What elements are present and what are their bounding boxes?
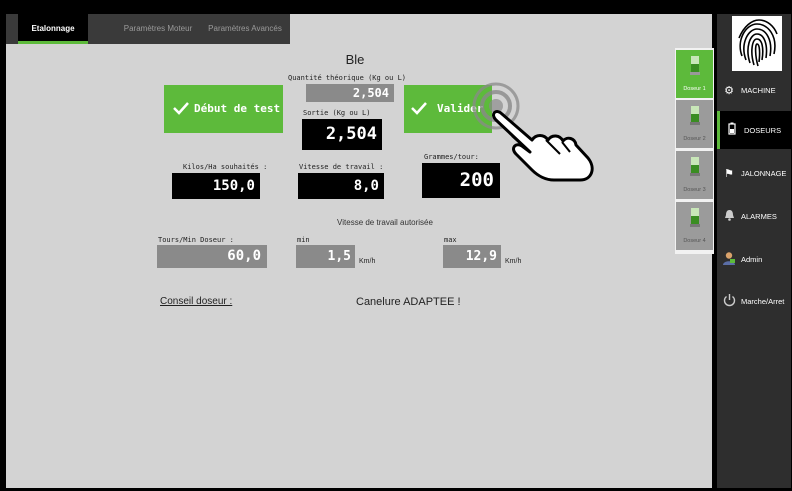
kilos-field[interactable]: 150,0 xyxy=(172,173,260,199)
sidebar-item-admin[interactable]: Admin xyxy=(717,240,791,278)
min-label: min xyxy=(297,236,310,244)
check-icon xyxy=(173,102,189,115)
tab-bar: Etalonnage Paramètres Moteur Paramètres … xyxy=(6,14,290,44)
min-speed-field: 1,5 xyxy=(296,245,355,268)
tours-label: Tours/Min Doseur : xyxy=(158,236,234,244)
doseur-icon xyxy=(690,157,700,176)
doseur-label-4: Doseur 4 xyxy=(683,238,706,244)
speed-label: Vitesse de travail : xyxy=(299,163,384,171)
sidebar-item-label: JALONNAGE xyxy=(741,168,787,178)
conseil-label: Conseil doseur : xyxy=(160,296,233,307)
sidebar: ⚙ MACHINE DOSEURS ⚑ JALONNAGE ALARMES Ad… xyxy=(717,14,791,488)
doseur-tab-4[interactable]: Doseur 4 xyxy=(676,202,713,250)
bell-icon xyxy=(720,209,738,224)
speed-field[interactable]: 8,0 xyxy=(298,173,384,199)
sidebar-item-label: Marche/Arret xyxy=(741,296,785,306)
doseur-icon xyxy=(690,56,700,75)
max-speed-unit: Km/h xyxy=(505,258,522,265)
authorized-speed-title: Vitesse de travail autorisée xyxy=(337,218,433,227)
sidebar-item-label: MACHINE xyxy=(741,85,776,95)
user-icon xyxy=(720,251,738,268)
power-icon xyxy=(720,293,738,310)
tab-parametres-avances[interactable]: Paramètres Avancés xyxy=(202,14,288,44)
grammes-field: 200 xyxy=(422,163,500,198)
start-test-label: Début de test xyxy=(194,102,281,115)
kilos-label: Kilos/Ha souhaités : xyxy=(183,163,268,171)
sidebar-item-alarmes[interactable]: ALARMES xyxy=(717,197,791,235)
sidebar-item-label: Admin xyxy=(741,254,763,264)
conseil-value: Canelure ADAPTEE ! xyxy=(356,296,461,308)
max-speed-field: 12,9 xyxy=(443,245,501,268)
sortie-label: Sortie (Kg ou L) xyxy=(303,109,371,117)
sidebar-item-doseurs[interactable]: DOSEURS xyxy=(717,111,791,149)
flag-icon: ⚑ xyxy=(724,167,734,180)
battery-icon xyxy=(723,122,741,138)
doseur-icon xyxy=(690,106,700,125)
min-speed-unit: Km/h xyxy=(359,258,376,265)
qty-label: Quantité théorique (Kg ou L) xyxy=(288,74,407,82)
fingerprint-logo xyxy=(732,16,782,71)
gear-icon: ⚙ xyxy=(724,84,734,97)
doseur-label-2: Doseur 2 xyxy=(683,136,706,142)
doseur-tab-3[interactable]: Doseur 3 xyxy=(676,151,713,199)
doseur-label-3: Doseur 3 xyxy=(683,187,706,193)
sidebar-item-label: DOSEURS xyxy=(744,125,782,135)
sidebar-item-label: ALARMES xyxy=(741,211,777,221)
tab-etalonnage[interactable]: Etalonnage xyxy=(18,14,88,44)
max-label: max xyxy=(444,236,457,244)
doseur-tab-1[interactable]: Doseur 1 xyxy=(676,50,713,98)
sidebar-item-jalonnage[interactable]: ⚑ JALONNAGE xyxy=(717,154,791,192)
product-title: Ble xyxy=(345,52,365,67)
sidebar-item-marche-arret[interactable]: Marche/Arret xyxy=(717,282,791,320)
tab-parametres-moteur[interactable]: Paramètres Moteur xyxy=(114,14,202,44)
start-test-button[interactable]: Début de test xyxy=(164,85,283,133)
doseur-tab-2[interactable]: Doseur 2 xyxy=(676,100,713,148)
tours-field: 60,0 xyxy=(157,245,267,268)
check-icon xyxy=(411,102,427,115)
sortie-field: 2,504 xyxy=(302,119,382,150)
doseur-icon xyxy=(690,208,700,227)
sidebar-item-machine[interactable]: ⚙ MACHINE xyxy=(717,71,791,109)
grammes-label: Grammes/tour: xyxy=(424,153,479,161)
fingerprint-icon xyxy=(738,19,778,67)
doseur-label-1: Doseur 1 xyxy=(683,86,706,92)
qty-field: 2,504 xyxy=(306,84,394,102)
